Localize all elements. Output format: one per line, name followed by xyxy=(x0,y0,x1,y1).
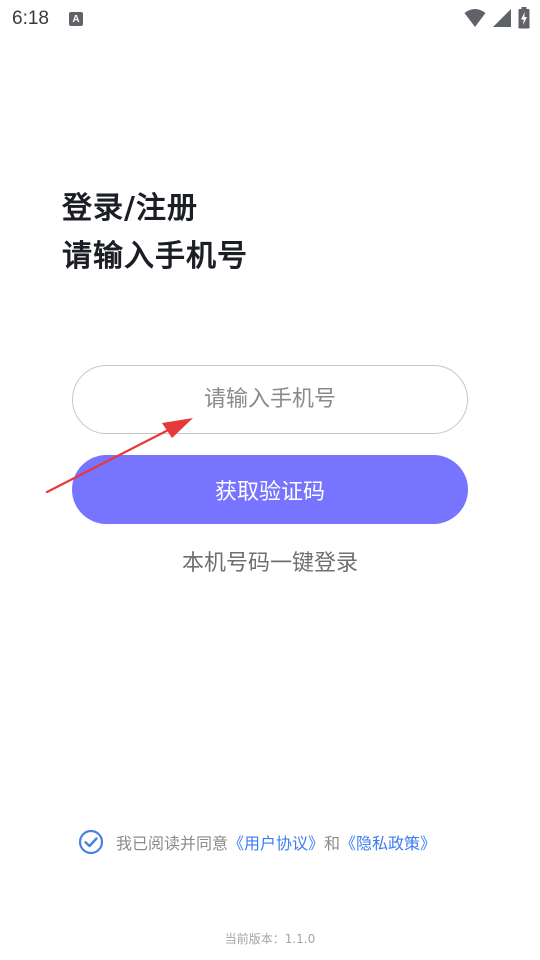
notification-app-icon: A xyxy=(68,12,83,26)
app-version: 当前版本：1.1.0 xyxy=(224,932,316,946)
wifi-icon xyxy=(464,9,486,27)
one-click-login-link[interactable]: 本机号码一键登录 xyxy=(0,545,540,577)
status-icons xyxy=(464,7,530,29)
heading-subtitle: 请输入手机号 xyxy=(62,239,248,274)
agreement-conjunction: 和 xyxy=(324,834,341,853)
agreement-row: 我已阅读并同意 《用户协议》 和 《隐私政策》 xyxy=(78,828,436,856)
get-code-button[interactable]: 获取验证码 xyxy=(72,455,468,524)
privacy-policy-link[interactable]: 《隐私政策》 xyxy=(340,830,436,854)
agreement-checkbox[interactable] xyxy=(78,829,104,855)
status-bar: 6:18 A xyxy=(0,0,540,38)
user-agreement-link[interactable]: 《用户协议》 xyxy=(228,830,324,854)
heading-title: 登录/注册 xyxy=(62,191,198,226)
cellular-signal-icon xyxy=(493,9,511,27)
agreement-prefix: 我已阅读并同意 xyxy=(116,834,229,853)
phone-input-container xyxy=(72,365,468,434)
login-screen: 6:18 A 登录/注册 请输入手机号 获取验证码 本机号码一键登录 xyxy=(0,0,540,960)
phone-number-input[interactable] xyxy=(73,366,467,433)
check-circle-icon xyxy=(78,829,104,855)
page-heading: 登录/注册 请输入手机号 xyxy=(62,190,248,276)
status-time: 6:18 xyxy=(12,8,49,29)
battery-charging-icon xyxy=(518,7,530,29)
